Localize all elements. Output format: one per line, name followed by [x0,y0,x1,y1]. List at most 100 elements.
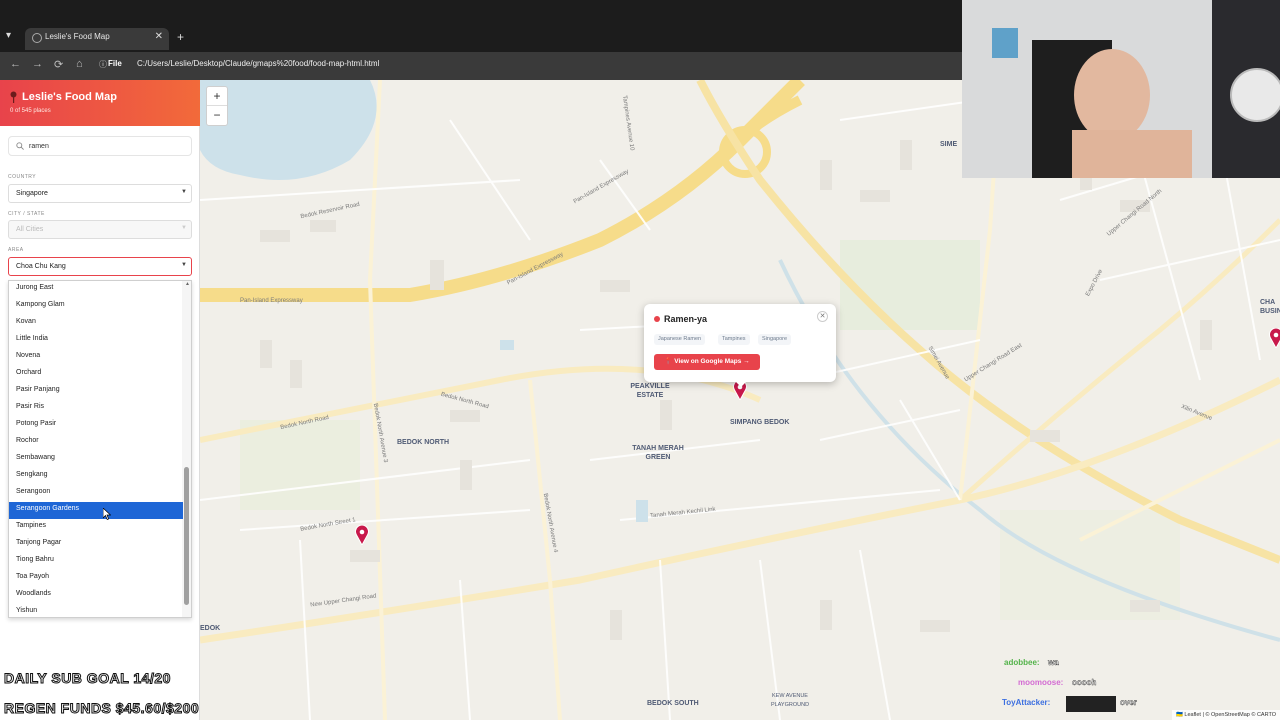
place-dot-icon [654,316,660,322]
area-option-label: Pasir Ris [16,403,45,410]
chat-user: moomoose: [1018,678,1064,687]
tab-close-icon[interactable]: ✕ [155,31,163,42]
country-select[interactable]: Singapore ▼ [8,184,192,203]
city-value: All Cities [16,226,44,233]
popup-title: Ramen-ya [664,314,708,324]
area-option-label: Serangoon Gardens [16,505,80,512]
area-option[interactable]: Potong Pasir [9,417,183,434]
mouse-cursor-icon [103,508,111,520]
area-label: PEAKVILLE ESTATE [630,383,670,399]
area-label: KEW AVENUE PLAYGROUND [770,693,810,708]
zoom-in-button[interactable]: + [207,87,227,106]
city-label: CITY / STATE [8,211,45,217]
area-option-label: Tanjong Pagar [16,539,62,546]
area-option[interactable]: Kovan [9,315,183,332]
info-icon[interactable]: ⓘ [99,59,107,70]
scrollbar-thumb[interactable] [184,467,189,605]
area-option-label: Jurong East [16,284,54,291]
back-icon[interactable]: ← [10,58,21,70]
funds-goal-text: REGEN FUNDS $45.60/$200 [3,700,200,717]
area-option-label: Potong Pasir [16,420,57,427]
reload-icon[interactable]: ⟳ [54,58,63,71]
search-box [8,136,192,156]
bedok-north-avenue-3 [367,80,387,720]
close-icon[interactable]: ✕ [817,311,828,322]
map-attribution[interactable]: 🇺🇦 Leaflet | © OpenStreetMap © CARTO [1172,710,1280,720]
country-value: Singapore [16,190,48,197]
area-label: SIME [940,141,958,148]
upper-changi-road-east [958,218,1280,502]
chat-message: ooooh [1072,678,1097,687]
area-select[interactable]: Choa Chu Kang ▼ [8,257,192,276]
map-marker-icon[interactable] [355,525,369,545]
area-label: AREA [8,247,24,253]
city-select[interactable]: All Cities ▼ [8,220,192,239]
app-title: Leslie's Food Map [22,91,117,103]
area-option[interactable]: Little India [9,332,183,349]
area-option-label: Pasir Panjang [16,386,60,393]
area-option[interactable]: Sembawang [9,451,183,468]
chevron-down-icon: ▼ [181,225,187,231]
area-option[interactable]: Tiong Bahru [9,553,183,570]
area-option[interactable]: Novena [9,349,183,366]
emote-image [1066,696,1116,712]
area-option-label: Serangoon [16,488,51,495]
popup-tail [734,380,748,387]
zoom-out-button[interactable]: − [207,106,227,125]
sidebar-header: Leslie's Food Map 0 of 545 places [0,80,200,126]
area-option[interactable]: Woodlands [9,587,183,604]
area-label: TANAH MERAH GREEN [632,445,684,461]
chat-user: adobbee: [1004,658,1040,667]
area-option-label: Kovan [16,318,36,325]
view-on-google-maps-button[interactable]: 📍 View on Google Maps → [654,354,760,370]
area-option-label: Orchard [16,369,42,376]
area-option[interactable]: Serangoon Gardens [9,502,183,519]
area-option-label: Tampines [16,522,46,529]
zoom-control: + − [206,86,228,126]
area-option[interactable]: Orchard [9,366,183,383]
area-option-label: Tiong Bahru [16,556,54,563]
dropdown-scrollbar[interactable]: ▲ [182,281,191,617]
url-text: C:/Users/Leslie/Desktop/Claude/gmaps%20f… [137,59,380,68]
area-label: BEDOK NORTH [397,439,450,446]
area-option[interactable]: Pasir Panjang [9,383,183,400]
area-option[interactable]: Toa Payoh [9,570,183,587]
area-dropdown-list: ▲ Jurong East Kampong Glam Kovan Little Ind… [8,280,192,618]
chevron-down-icon: ▼ [181,189,187,195]
area-option[interactable]: Pasir Ris [9,400,183,417]
area-option-label: Woodlands [16,590,51,597]
pin-icon [10,91,17,103]
webcam-overlay [962,0,1280,178]
browser-tab[interactable]: Leslie's Food Map ✕ [25,28,169,50]
chat-message: wa [1048,658,1059,667]
area-option-label: Yishun [16,607,38,614]
tab-title: Leslie's Food Map [45,32,110,41]
area-option[interactable]: Kampong Glam [9,298,183,315]
new-tab-button[interactable]: + [177,30,184,44]
search-input[interactable] [29,140,189,153]
tab-menu-icon[interactable]: ▾ [6,30,20,46]
sidebar: Leslie's Food Map 0 of 545 places COUNTR… [0,80,200,720]
area-option[interactable]: Jurong East [9,281,183,298]
map-marker-icon[interactable] [1269,328,1280,348]
area-option[interactable]: Serangoon [9,485,183,502]
area-label: CHA BUSINES [1260,299,1280,315]
area-label: SIMPANG BEDOK [730,419,790,426]
country-label: COUNTRY [8,174,37,180]
chat-user: ToyAttacker: [1002,698,1051,707]
sub-goal-text: DAILY SUB GOAL 14/20 [4,670,171,687]
place-popup: Ramen-ya ✕ Japanese Ramen Tampines Singa… [644,304,836,387]
popup-tag: Tampines [718,334,750,345]
scroll-up-icon[interactable]: ▲ [185,281,190,287]
search-icon [16,142,24,150]
popup-tag: Singapore [758,334,792,345]
area-option[interactable]: Yishun [9,604,183,617]
area-option[interactable]: Sengkang [9,468,183,485]
forward-icon[interactable]: → [32,58,43,70]
home-icon[interactable]: ⌂ [76,58,83,70]
popup-tag: Japanese Ramen [654,334,706,345]
area-option[interactable]: Tampines [9,519,183,536]
area-option-label: Sengkang [16,471,48,478]
area-option[interactable]: Rochor [9,434,183,451]
area-option[interactable]: Tanjong Pagar [9,536,183,553]
